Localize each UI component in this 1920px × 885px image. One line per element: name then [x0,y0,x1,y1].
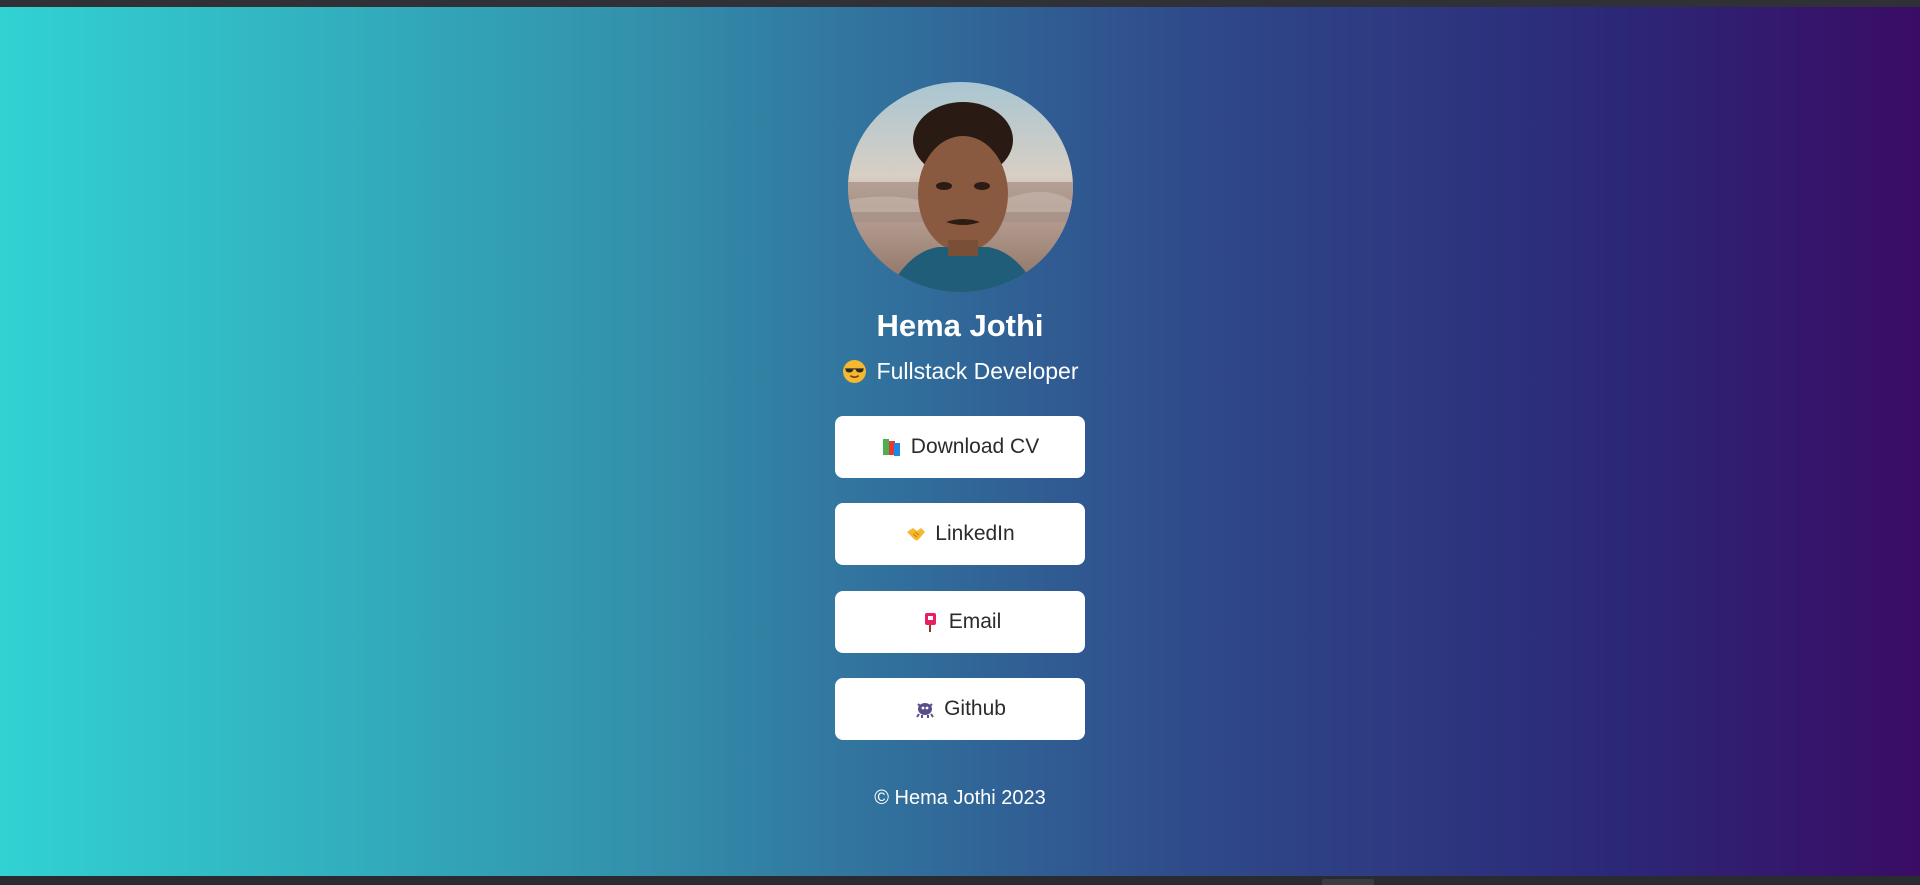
footer-copyright: © Hema Jothi 2023 [874,787,1046,809]
profile-role: Fullstack Developer [760,355,1160,387]
email-button[interactable]: Email [835,591,1085,653]
taskbar-item [1322,879,1374,885]
profile-avatar [848,82,1073,292]
email-label: Email [948,610,1002,633]
profile-role-text: Fullstack Developer [876,358,1079,384]
profile-name: Hema Jothi [876,308,1044,343]
download-cv-button[interactable]: Download CV [835,416,1085,478]
mailbox-icon [924,613,936,632]
octocat-icon [916,703,934,718]
profile-page: Hema Jothi Fullstack Developer Download … [0,7,1920,876]
linkedin-button[interactable]: LinkedIn [835,503,1085,565]
browser-top-bar [0,0,1920,7]
github-button[interactable]: Github [835,678,1085,740]
browser-bottom-bar [0,876,1920,885]
books-icon [882,439,900,456]
download-cv-label: Download CV [910,435,1040,458]
sunglasses-face-icon [842,359,866,383]
linkedin-label: LinkedIn [935,522,1015,545]
handshake-icon [907,528,926,541]
github-label: Github [944,697,1006,720]
